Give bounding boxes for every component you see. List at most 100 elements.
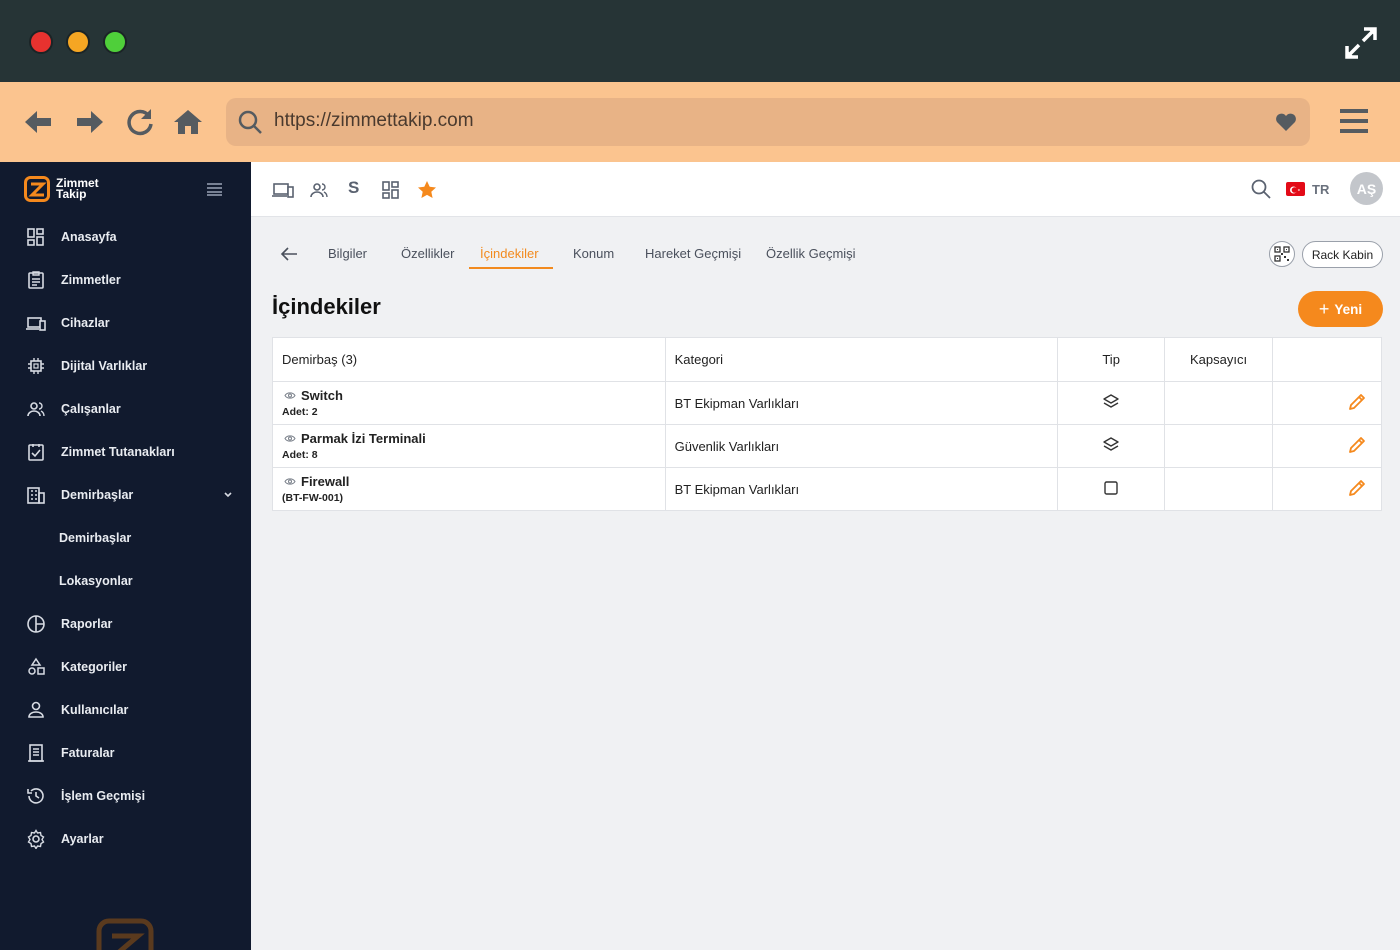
sidebar-item-calisanlar[interactable]: Çalışanlar: [0, 389, 251, 429]
item-name[interactable]: Switch: [301, 388, 343, 403]
column-header-actions: [1272, 337, 1382, 382]
rack-cabinet-button[interactable]: Rack Kabin: [1302, 241, 1383, 268]
minimize-window-button[interactable]: [66, 30, 90, 54]
address-bar[interactable]: https://zimmettakip.com: [226, 98, 1310, 146]
column-header-kapsayici[interactable]: Kapsayıcı: [1164, 337, 1274, 382]
shapes-icon: [28, 657, 45, 675]
sidebar-item-kullanicilar[interactable]: Kullanıcılar: [0, 690, 251, 730]
item-cell[interactable]: Switch Adet: 2: [272, 381, 666, 425]
sidebar-item-cihazlar[interactable]: Cihazlar: [0, 303, 251, 343]
eye-icon[interactable]: [284, 477, 296, 486]
language-code[interactable]: TR: [1312, 182, 1329, 197]
item-cell[interactable]: Parmak İzi Terminali Adet: 8: [272, 424, 666, 468]
column-header-demirbas[interactable]: Demirbaş (3): [272, 337, 666, 382]
sidebar-subitem-lokasyonlar[interactable]: Lokasyonlar: [0, 561, 251, 601]
brand-name-line2: Takip: [56, 187, 87, 201]
star-icon[interactable]: [416, 179, 438, 201]
sidebar-item-label: Dijital Varlıklar: [61, 359, 148, 373]
tab-icindekiler[interactable]: İçindekiler: [480, 246, 539, 261]
sidebar-item-label: Raporlar: [61, 617, 113, 631]
sidebar-item-kategoriler[interactable]: Kategoriler: [0, 647, 251, 687]
sidebar-item-label: Demirbaşlar: [59, 531, 132, 545]
sidebar-item-label: İşlem Geçmişi: [61, 789, 146, 803]
edit-pencil-icon[interactable]: [1347, 435, 1367, 455]
edit-pencil-icon[interactable]: [1347, 478, 1367, 498]
item-name[interactable]: Parmak İzi Terminali: [301, 431, 426, 446]
type-cell: [1057, 381, 1166, 425]
reload-icon[interactable]: [124, 106, 156, 138]
new-button-label: Yeni: [1334, 301, 1363, 317]
actions-cell: [1272, 424, 1382, 468]
tab-hareket-gecmisi[interactable]: Hareket Geçmişi: [645, 246, 741, 261]
table-row[interactable]: Firewall (BT-FW-001) BT Ekipman Varlıkla…: [272, 467, 1382, 511]
table-row[interactable]: Parmak İzi Terminali Adet: 8 Güvenlik Va…: [272, 424, 1382, 468]
qr-code-icon: [1274, 246, 1290, 262]
software-shortcut[interactable]: S: [348, 178, 359, 198]
sidebar-item-zimmet-tutanaklari[interactable]: Zimmet Tutanakları: [0, 432, 251, 472]
invoice-icon: [28, 744, 44, 762]
sidebar-item-demirbaslar[interactable]: Demirbaşlar: [0, 475, 251, 515]
history-icon: [27, 788, 44, 804]
sidebar-item-label: Cihazlar: [61, 316, 110, 330]
zimmet-logo-icon: [24, 176, 50, 202]
home-icon[interactable]: [172, 106, 204, 138]
sidebar-item-dijital-varliklar[interactable]: Dijital Varlıklar: [0, 346, 251, 386]
checklist-icon: [28, 444, 44, 461]
table-row[interactable]: Switch Adet: 2 BT Ekipman Varlıkları: [272, 381, 1382, 425]
sidebar-subitem-demirbaslar[interactable]: Demirbaşlar: [0, 518, 251, 558]
item-quantity: Adet: 8: [282, 449, 318, 461]
type-cell: [1057, 467, 1166, 511]
qr-code-button[interactable]: [1269, 241, 1295, 267]
forward-arrow-icon[interactable]: [74, 106, 106, 138]
eye-icon[interactable]: [284, 391, 296, 400]
page-title: İçindekiler: [272, 294, 381, 319]
sidebar-collapse-icon[interactable]: [207, 182, 222, 196]
fullscreen-icon[interactable]: [1344, 26, 1378, 60]
actions-cell: [1272, 381, 1382, 425]
sidebar-item-faturalar[interactable]: Faturalar: [0, 733, 251, 773]
grid-icon[interactable]: [380, 179, 402, 201]
new-item-button[interactable]: + Yeni: [1298, 291, 1383, 327]
close-window-button[interactable]: [29, 30, 53, 54]
logo-watermark-icon: [96, 918, 154, 950]
category-cell: BT Ekipman Varlıkları: [664, 467, 1059, 511]
people-icon[interactable]: [308, 179, 330, 201]
item-cell[interactable]: Firewall (BT-FW-001): [272, 467, 666, 511]
column-header-kategori[interactable]: Kategori: [664, 337, 1059, 382]
window-titlebar: [0, 0, 1400, 82]
eye-icon[interactable]: [284, 434, 296, 443]
devices-icon[interactable]: [272, 179, 294, 201]
app-topbar: S TR AŞ: [251, 162, 1400, 217]
devices-icon: [26, 317, 46, 331]
active-tab-indicator: [469, 267, 553, 269]
search-icon[interactable]: [1250, 178, 1272, 200]
item-name[interactable]: Firewall: [301, 474, 349, 489]
container-cell: [1164, 467, 1274, 511]
building-icon: [27, 487, 45, 504]
browser-toolbar: https://zimmettakip.com: [0, 82, 1400, 162]
sidebar-item-zimmetler[interactable]: Zimmetler: [0, 260, 251, 300]
chevron-down-icon[interactable]: [222, 489, 234, 501]
brand-logo[interactable]: Zimmet Takip: [24, 176, 99, 202]
edit-pencil-icon[interactable]: [1347, 392, 1367, 412]
sidebar-item-raporlar[interactable]: Raporlar: [0, 604, 251, 644]
tab-ozellik-gecmisi[interactable]: Özellik Geçmişi: [766, 246, 856, 261]
turkey-flag-icon[interactable]: [1286, 182, 1305, 196]
tab-bilgiler[interactable]: Bilgiler: [328, 246, 367, 261]
sidebar-item-anasayfa[interactable]: Anasayfa: [0, 217, 251, 257]
sidebar-item-ayarlar[interactable]: Ayarlar: [0, 819, 251, 859]
tab-ozellikler[interactable]: Özellikler: [401, 246, 454, 261]
back-arrow-icon[interactable]: [279, 245, 299, 263]
back-arrow-icon[interactable]: [22, 106, 54, 138]
sidebar-item-label: Faturalar: [61, 746, 115, 760]
sidebar-item-islem-gecmisi[interactable]: İşlem Geçmişi: [0, 776, 251, 816]
maximize-window-button[interactable]: [103, 30, 127, 54]
dashboard-icon: [27, 228, 44, 246]
user-avatar[interactable]: AŞ: [1350, 172, 1383, 205]
square-icon: [1104, 480, 1118, 495]
heart-icon[interactable]: [1274, 110, 1298, 134]
tab-konum[interactable]: Konum: [573, 246, 614, 261]
chip-icon: [28, 358, 44, 374]
browser-menu-icon[interactable]: [1340, 106, 1368, 136]
column-header-tip[interactable]: Tip: [1057, 337, 1166, 382]
